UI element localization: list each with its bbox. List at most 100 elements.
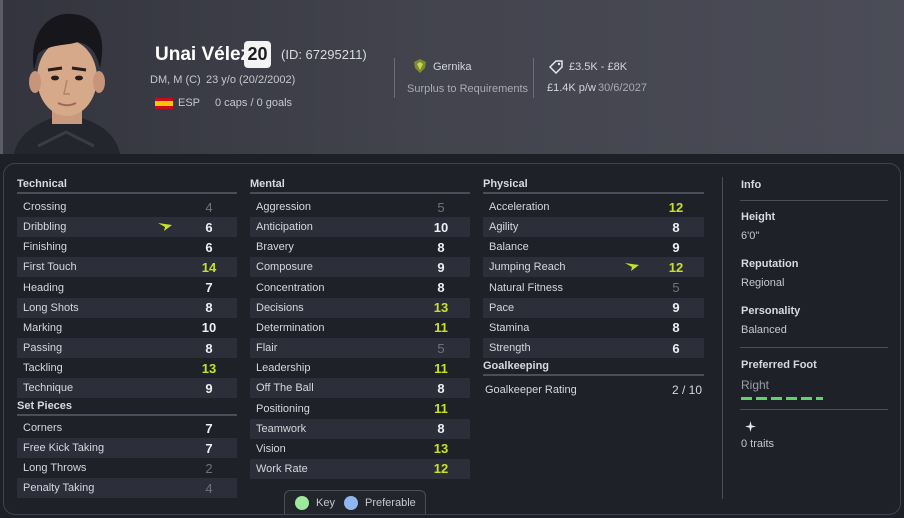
attribute-row[interactable]: Tackling 13 bbox=[17, 358, 237, 378]
attribute-row[interactable]: Leadership 11 bbox=[250, 358, 470, 378]
attribute-value: 8 bbox=[672, 219, 680, 235]
attribute-row[interactable]: Marking 10 bbox=[17, 318, 237, 338]
attribute-row[interactable]: Composure 9 bbox=[250, 257, 470, 278]
goalkeeper-rating-value: 2 / 10 bbox=[671, 383, 702, 397]
goalkeeper-rating-row[interactable]: Goalkeeper Rating 2 / 10 bbox=[480, 380, 704, 400]
attribute-value: 8 bbox=[205, 300, 213, 316]
section-technical: Technical bbox=[17, 178, 237, 194]
club-name[interactable]: Gernika bbox=[433, 61, 472, 73]
attribute-row[interactable]: First Touch 14 bbox=[17, 257, 237, 278]
attribute-row[interactable]: Acceleration 12 bbox=[483, 197, 704, 217]
attribute-label: Acceleration bbox=[489, 201, 550, 213]
attribute-row[interactable]: Long Throws 2 bbox=[17, 458, 237, 478]
info-separator bbox=[740, 200, 888, 201]
attribute-row[interactable]: Dribbling 6 bbox=[17, 217, 237, 238]
attribute-row[interactable]: Teamwork 8 bbox=[250, 418, 470, 439]
header-divider bbox=[533, 58, 534, 98]
attribute-label: Pace bbox=[489, 301, 515, 314]
attribute-row[interactable]: Penalty Taking 4 bbox=[17, 478, 237, 499]
traits-count[interactable]: 0 traits bbox=[741, 438, 774, 450]
rising-arrow-icon bbox=[625, 263, 639, 272]
attribute-value: 9 bbox=[437, 259, 445, 275]
player-nation[interactable]: ESP bbox=[178, 97, 200, 109]
attribute-label: Heading bbox=[23, 281, 64, 294]
club-crest-icon bbox=[414, 59, 426, 73]
attribute-row[interactable]: Long Shots 8 bbox=[17, 297, 237, 318]
attribute-row[interactable]: Anticipation 10 bbox=[250, 217, 470, 238]
attribute-value: 4 bbox=[205, 480, 213, 496]
attribute-value: 9 bbox=[672, 300, 680, 316]
attribute-row[interactable]: Vision 13 bbox=[250, 439, 470, 459]
section-goalkeeping: Goalkeeping bbox=[483, 360, 704, 376]
attribute-label: Penalty Taking bbox=[23, 482, 95, 495]
attribute-value: 7 bbox=[205, 420, 213, 436]
attribute-label: Technique bbox=[23, 382, 74, 395]
attribute-row[interactable]: Agility 8 bbox=[483, 217, 704, 238]
attribute-row[interactable]: Crossing 4 bbox=[17, 197, 237, 217]
attribute-value: 7 bbox=[205, 280, 213, 296]
attribute-value: 5 bbox=[437, 199, 445, 215]
attribute-label: Natural Fitness bbox=[489, 281, 563, 294]
attribute-label: Teamwork bbox=[256, 422, 307, 435]
attribute-row[interactable]: Heading 7 bbox=[17, 278, 237, 298]
attribute-label: Anticipation bbox=[256, 221, 313, 234]
attribute-row[interactable]: Strength 6 bbox=[483, 338, 704, 359]
attribute-value: 8 bbox=[205, 340, 213, 356]
attribute-value: 11 bbox=[434, 360, 448, 376]
attribute-value: 12 bbox=[668, 199, 684, 215]
player-caps: 0 caps / 0 goals bbox=[215, 97, 293, 109]
attribute-row[interactable]: Pace 9 bbox=[483, 297, 704, 318]
height-label: Height bbox=[741, 211, 776, 223]
attribute-label: Determination bbox=[256, 321, 325, 334]
attribute-label: Agility bbox=[489, 221, 519, 234]
squad-status: Surplus to Requirements bbox=[407, 83, 529, 95]
section-mental: Mental bbox=[250, 178, 470, 194]
attribute-row[interactable]: Flair 5 bbox=[250, 338, 470, 359]
attribute-label: Off The Ball bbox=[256, 382, 314, 395]
attribute-row[interactable]: Free Kick Taking 7 bbox=[17, 438, 237, 459]
attribute-value: 13 bbox=[201, 360, 217, 376]
attribute-row[interactable]: Bravery 8 bbox=[250, 237, 470, 257]
attribute-value: 11 bbox=[434, 401, 448, 416]
attribute-row[interactable]: Determination 11 bbox=[250, 318, 470, 338]
attribute-row[interactable]: Passing 8 bbox=[17, 338, 237, 359]
attribute-row[interactable]: Off The Ball 8 bbox=[250, 378, 470, 399]
attribute-value: 12 bbox=[668, 259, 684, 275]
attribute-row[interactable]: Corners 7 bbox=[17, 418, 237, 438]
goalkeeper-rating-label: Goalkeeper Rating bbox=[485, 384, 577, 396]
personality-value: Balanced bbox=[741, 324, 787, 336]
attribute-row[interactable]: Aggression 5 bbox=[250, 197, 470, 217]
attribute-label: Passing bbox=[23, 342, 63, 355]
player-header: Unai Vélez 20 (ID: 67295211) DM, M (C) 2… bbox=[0, 0, 904, 154]
attribute-row[interactable]: Jumping Reach 12 bbox=[483, 257, 704, 278]
attribute-label: Marking bbox=[23, 321, 63, 334]
attribute-row[interactable]: Technique 9 bbox=[17, 378, 237, 399]
attribute-label: Long Throws bbox=[23, 462, 87, 475]
attribute-row[interactable]: Concentration 8 bbox=[250, 278, 470, 298]
legend-preferable[interactable]: Preferable bbox=[365, 497, 416, 509]
attribute-label: Finishing bbox=[23, 241, 68, 254]
height-value: 6'0" bbox=[741, 230, 760, 242]
attribute-row[interactable]: Natural Fitness 5 bbox=[483, 278, 704, 298]
attribute-row[interactable]: Decisions 13 bbox=[250, 297, 470, 318]
attribute-row[interactable]: Positioning 11 bbox=[250, 399, 470, 419]
attribute-label: Vision bbox=[256, 442, 286, 455]
attribute-label: Stamina bbox=[489, 321, 530, 334]
attribute-value: 12 bbox=[433, 461, 449, 477]
attribute-value: 10 bbox=[433, 219, 449, 235]
attribute-row[interactable]: Stamina 8 bbox=[483, 318, 704, 338]
player-id: (ID: 67295211) bbox=[281, 47, 367, 62]
attribute-label: Positioning bbox=[256, 402, 310, 415]
attribute-label: First Touch bbox=[23, 261, 77, 274]
attribute-row[interactable]: Finishing 6 bbox=[17, 237, 237, 257]
attribute-value: 8 bbox=[437, 421, 445, 437]
attribute-label: Crossing bbox=[23, 201, 67, 213]
preferred-foot-value: Right bbox=[741, 378, 770, 392]
rising-arrow-icon bbox=[158, 223, 172, 232]
attribute-label: Free Kick Taking bbox=[23, 442, 105, 455]
legend-key[interactable]: Key bbox=[316, 497, 335, 509]
spain-flag-icon bbox=[155, 98, 173, 109]
attribute-row[interactable]: Balance 9 bbox=[483, 237, 704, 257]
attribute-value: 5 bbox=[672, 280, 680, 296]
attribute-row[interactable]: Work Rate 12 bbox=[250, 458, 470, 479]
